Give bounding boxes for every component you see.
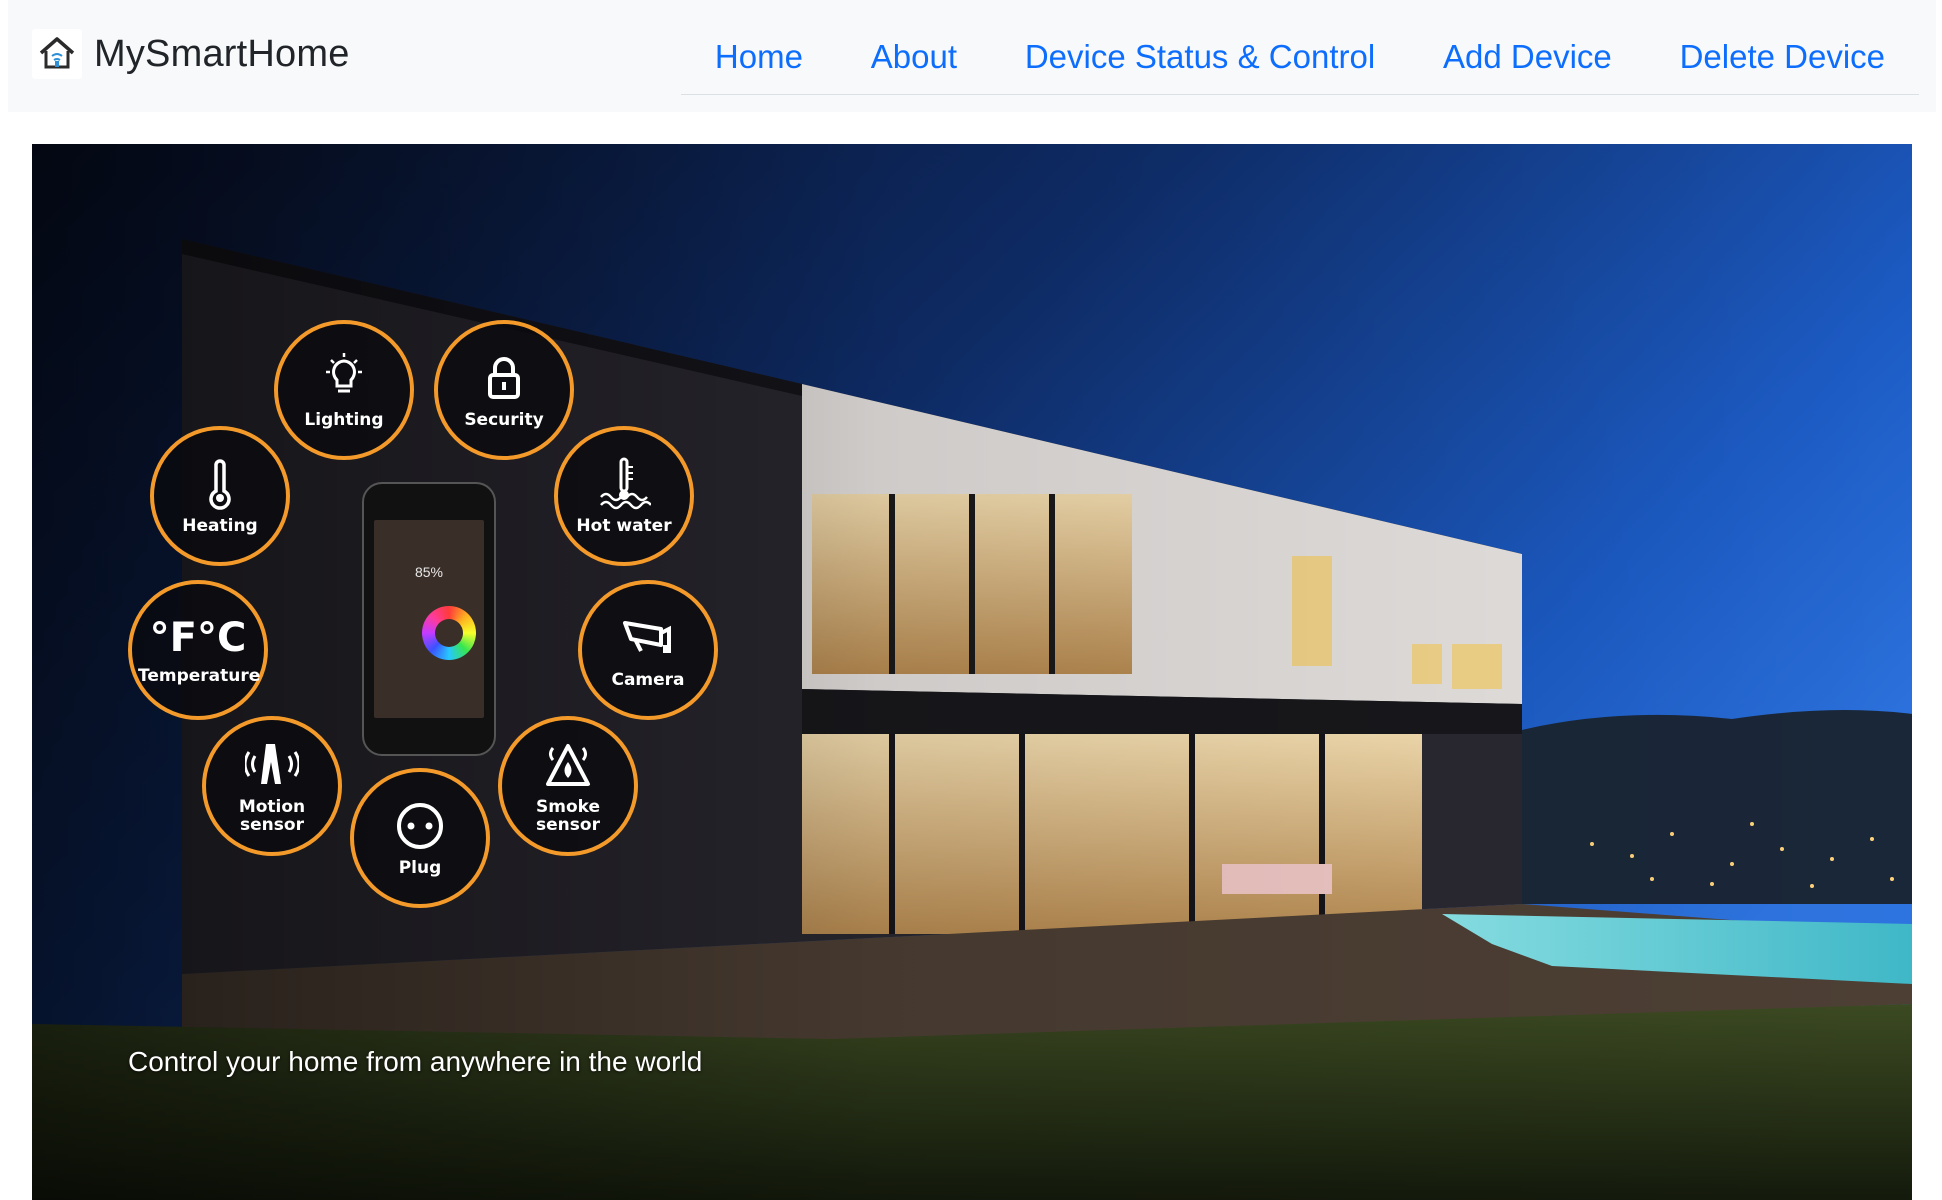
phone-brightness-value: 85% [414,564,444,580]
nav-link-about[interactable]: About [871,38,957,76]
feature-hot-water: Hot water [554,426,694,566]
feature-plug: Plug [350,768,490,908]
celsius-fahrenheit-icon: °F°C [149,615,247,661]
navbar: MySmartHome Home About Device Status & C… [8,0,1936,112]
feature-motion-sensor: Motion sensor [202,716,342,856]
hero-banner: 85% Lighting Security Heating Hot water … [32,144,1912,1200]
feature-label: Lighting [304,410,384,430]
nav-link-home[interactable]: Home [715,38,803,76]
nav-link-add-device[interactable]: Add Device [1443,38,1612,76]
thermometer-icon [209,459,231,510]
camera-icon [623,621,671,653]
motion-sensor-icon [245,744,299,784]
feature-label: Temperature [138,666,261,686]
smoke-sensor-icon [546,744,590,786]
hero-background-image [32,144,1912,1200]
feature-lighting: Lighting [274,320,414,460]
hero-caption: Control your home from anywhere in the w… [128,1046,703,1077]
hot-water-icon [600,457,651,510]
phone-screen: 85% [374,520,484,718]
brand-name: MySmartHome [94,32,350,75]
feature-label: Security [464,410,544,430]
nav-link-delete-device[interactable]: Delete Device [1680,38,1885,76]
color-wheel-icon [422,606,476,660]
feature-label: Camera [611,670,685,690]
feature-camera: Camera [578,580,718,720]
feature-smoke-sensor: Smoke sensor [498,716,638,856]
smart-home-logo-icon [32,29,82,79]
feature-label: Heating [182,516,258,536]
feature-label: Motion sensor [238,797,306,835]
feature-label: Hot water [576,516,672,536]
feature-label: Plug [398,858,442,878]
smartphone-app-mockup: 85% [362,482,496,756]
padlock-icon [488,357,520,399]
feature-label: Smoke sensor [535,797,600,835]
brand-link[interactable]: MySmartHome [32,28,350,80]
nav-link-device-status-control[interactable]: Device Status & Control [1025,38,1375,76]
feature-temperature: °F°C Temperature [128,580,268,720]
feature-heating: Heating [150,426,290,566]
feature-security: Security [434,320,574,460]
plug-icon [397,803,443,849]
lightbulb-icon [326,353,362,393]
nav-links: Home About Device Status & Control Add D… [681,20,1919,95]
